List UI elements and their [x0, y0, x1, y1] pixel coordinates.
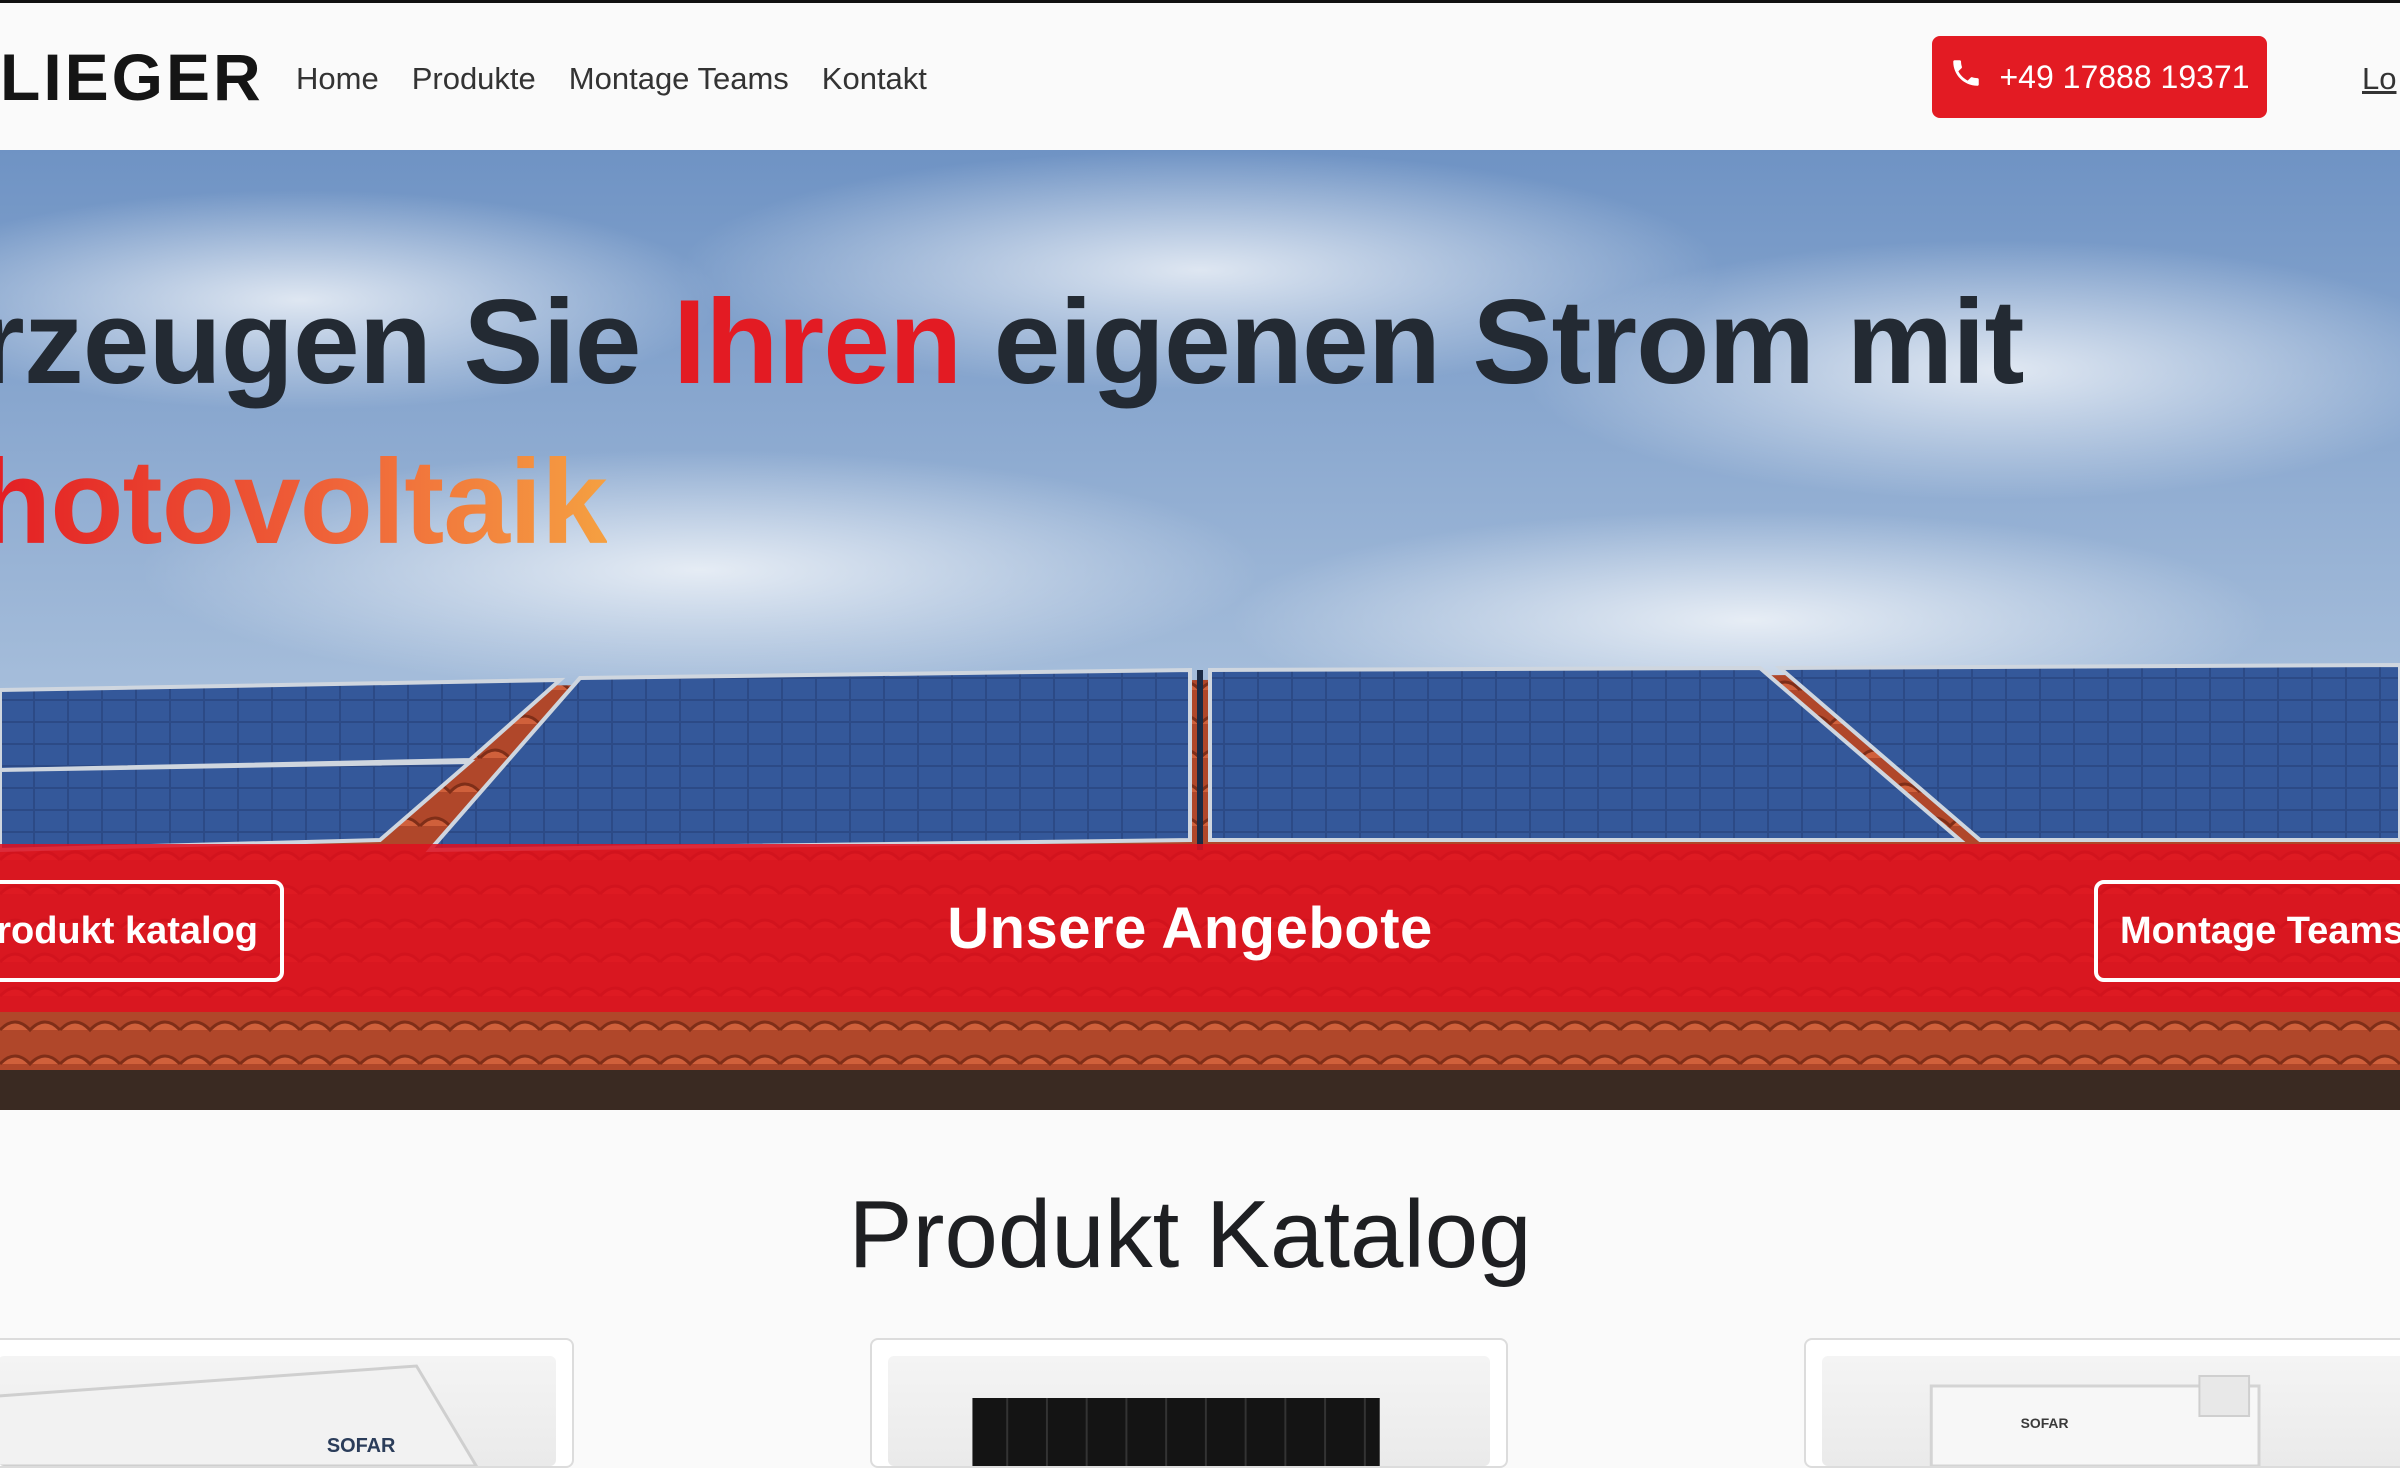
product-image — [888, 1356, 1490, 1466]
product-image: SOFAR — [1822, 1356, 2400, 1466]
product-card[interactable]: SOFAR — [1804, 1338, 2400, 1468]
product-image: SOFAR — [0, 1356, 556, 1466]
hero-title-highlight: hotovoltaik — [0, 435, 608, 569]
phone-button[interactable]: +49 17888 19371 — [1932, 36, 2267, 118]
nav-kontakt[interactable]: Kontakt — [822, 59, 927, 99]
hero-title-end: eigenen Strom mit — [961, 275, 2025, 409]
nav-montage-teams[interactable]: Montage Teams — [569, 59, 789, 99]
hero-title-start: rzeugen Sie — [0, 275, 673, 409]
site-header: LIEGER Home Produkte Montage Teams Konta… — [0, 3, 2400, 150]
phone-icon — [1949, 56, 1983, 98]
product-card[interactable]: SOFAR — [0, 1338, 574, 1468]
product-brand-label: SOFAR — [2021, 1415, 2069, 1431]
catalog-title: Produkt Katalog — [848, 1181, 1532, 1288]
offers-button[interactable]: Unsere Angebote — [850, 844, 1530, 1012]
nav-produkte[interactable]: Produkte — [412, 59, 536, 99]
nav-home[interactable]: Home — [296, 59, 379, 99]
product-brand-label: SOFAR — [327, 1435, 396, 1457]
catalog-button[interactable]: rodukt katalog — [0, 880, 284, 982]
product-card[interactable] — [870, 1338, 1508, 1468]
hero-title: rzeugen Sie Ihren eigenen Strom mit hoto… — [0, 262, 2025, 582]
montage-teams-button[interactable]: Montage Teams — [2094, 880, 2400, 982]
hero-section: rzeugen Sie Ihren eigenen Strom mit hoto… — [0, 150, 2400, 1110]
login-link[interactable]: Lo — [2362, 59, 2396, 99]
hero-title-accent: Ihren — [672, 275, 962, 409]
brand-logo[interactable]: LIEGER — [0, 41, 264, 113]
phone-number: +49 17888 19371 — [1999, 58, 2250, 95]
main-nav: Home Produkte Montage Teams Kontakt — [296, 59, 927, 99]
